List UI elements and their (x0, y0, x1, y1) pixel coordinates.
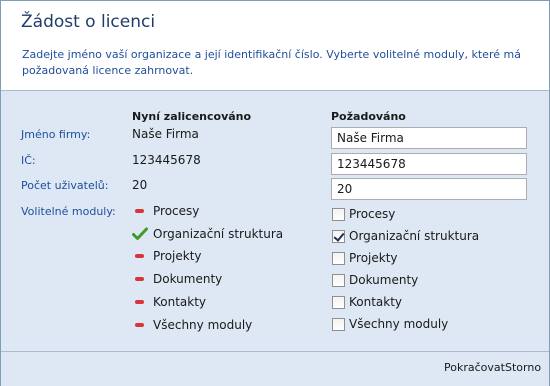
continue-button[interactable]: Pokračovat (444, 361, 505, 374)
checkbox[interactable] (332, 229, 345, 243)
dialog-footer: Pokračovat Storno (1, 351, 549, 386)
minus-icon (132, 203, 148, 219)
module-current-org-structure: Organizační struktura (132, 226, 283, 242)
dialog-header: Žádost o licenci Zadejte jméno vaší orga… (1, 1, 549, 91)
ico-input[interactable] (331, 153, 527, 175)
license-request-dialog: Žádost o licenci Zadejte jméno vaší orga… (0, 0, 550, 386)
module-current-procesy: Procesy (132, 203, 199, 219)
user-count-current: 20 (132, 178, 148, 192)
user-count-label: Počet uživatelů: (21, 179, 109, 192)
checkbox[interactable] (332, 273, 345, 287)
company-name-input[interactable] (331, 127, 527, 149)
ico-label: IČ: (21, 154, 36, 167)
dialog-title: Žádost o licenci (21, 12, 156, 32)
checkbox-label: Všechny moduly (349, 317, 449, 331)
module-current-kontakty: Kontakty (132, 294, 206, 310)
checkmark-icon (132, 226, 148, 242)
company-name-label: Jméno firmy: (21, 128, 91, 141)
checkbox[interactable] (332, 295, 345, 309)
module-current-dokumenty: Dokumenty (132, 271, 222, 287)
modules-label: Volitelné moduly: (21, 205, 116, 218)
checkbox[interactable] (332, 317, 345, 331)
ico-current: 123445678 (132, 153, 201, 167)
module-name: Dokumenty (153, 272, 223, 286)
minus-icon (132, 294, 148, 310)
minus-icon (132, 271, 148, 287)
cancel-button[interactable]: Storno (505, 361, 541, 374)
module-checkbox-procesy[interactable]: Procesy (332, 206, 395, 222)
column-header-requested: Požadováno (331, 110, 406, 123)
column-header-current: Nyní zalicencováno (132, 110, 252, 123)
module-name: Kontakty (153, 295, 207, 309)
module-current-all: Všechny moduly (132, 317, 252, 333)
checkbox[interactable] (332, 207, 345, 221)
module-name: Procesy (153, 204, 200, 218)
checkbox-label: Projekty (349, 251, 398, 265)
module-checkbox-projekty[interactable]: Projekty (332, 250, 398, 266)
checkbox-label: Kontakty (349, 295, 403, 309)
minus-icon (132, 248, 148, 264)
dialog-description: Zadejte jméno vaší organizace a její ide… (22, 48, 521, 77)
module-current-projekty: Projekty (132, 248, 202, 264)
company-name-current: Naše Firma (132, 127, 199, 141)
minus-icon (132, 317, 148, 333)
module-name: Projekty (153, 249, 202, 263)
checkbox-label: Procesy (349, 207, 396, 221)
module-checkbox-org-structure[interactable]: Organizační struktura (332, 228, 479, 244)
checkbox-label: Dokumenty (349, 273, 419, 287)
form-panel: Nyní zalicencováno Požadováno Jméno firm… (1, 91, 549, 351)
module-checkbox-kontakty[interactable]: Kontakty (332, 294, 402, 310)
checkbox-label: Organizační struktura (349, 229, 480, 243)
user-count-input[interactable] (331, 178, 527, 200)
module-name: Organizační struktura (153, 227, 284, 241)
module-name: Všechny moduly (153, 318, 253, 332)
checkbox[interactable] (332, 251, 345, 265)
module-checkbox-dokumenty[interactable]: Dokumenty (332, 272, 418, 288)
module-checkbox-all[interactable]: Všechny moduly (332, 316, 448, 332)
